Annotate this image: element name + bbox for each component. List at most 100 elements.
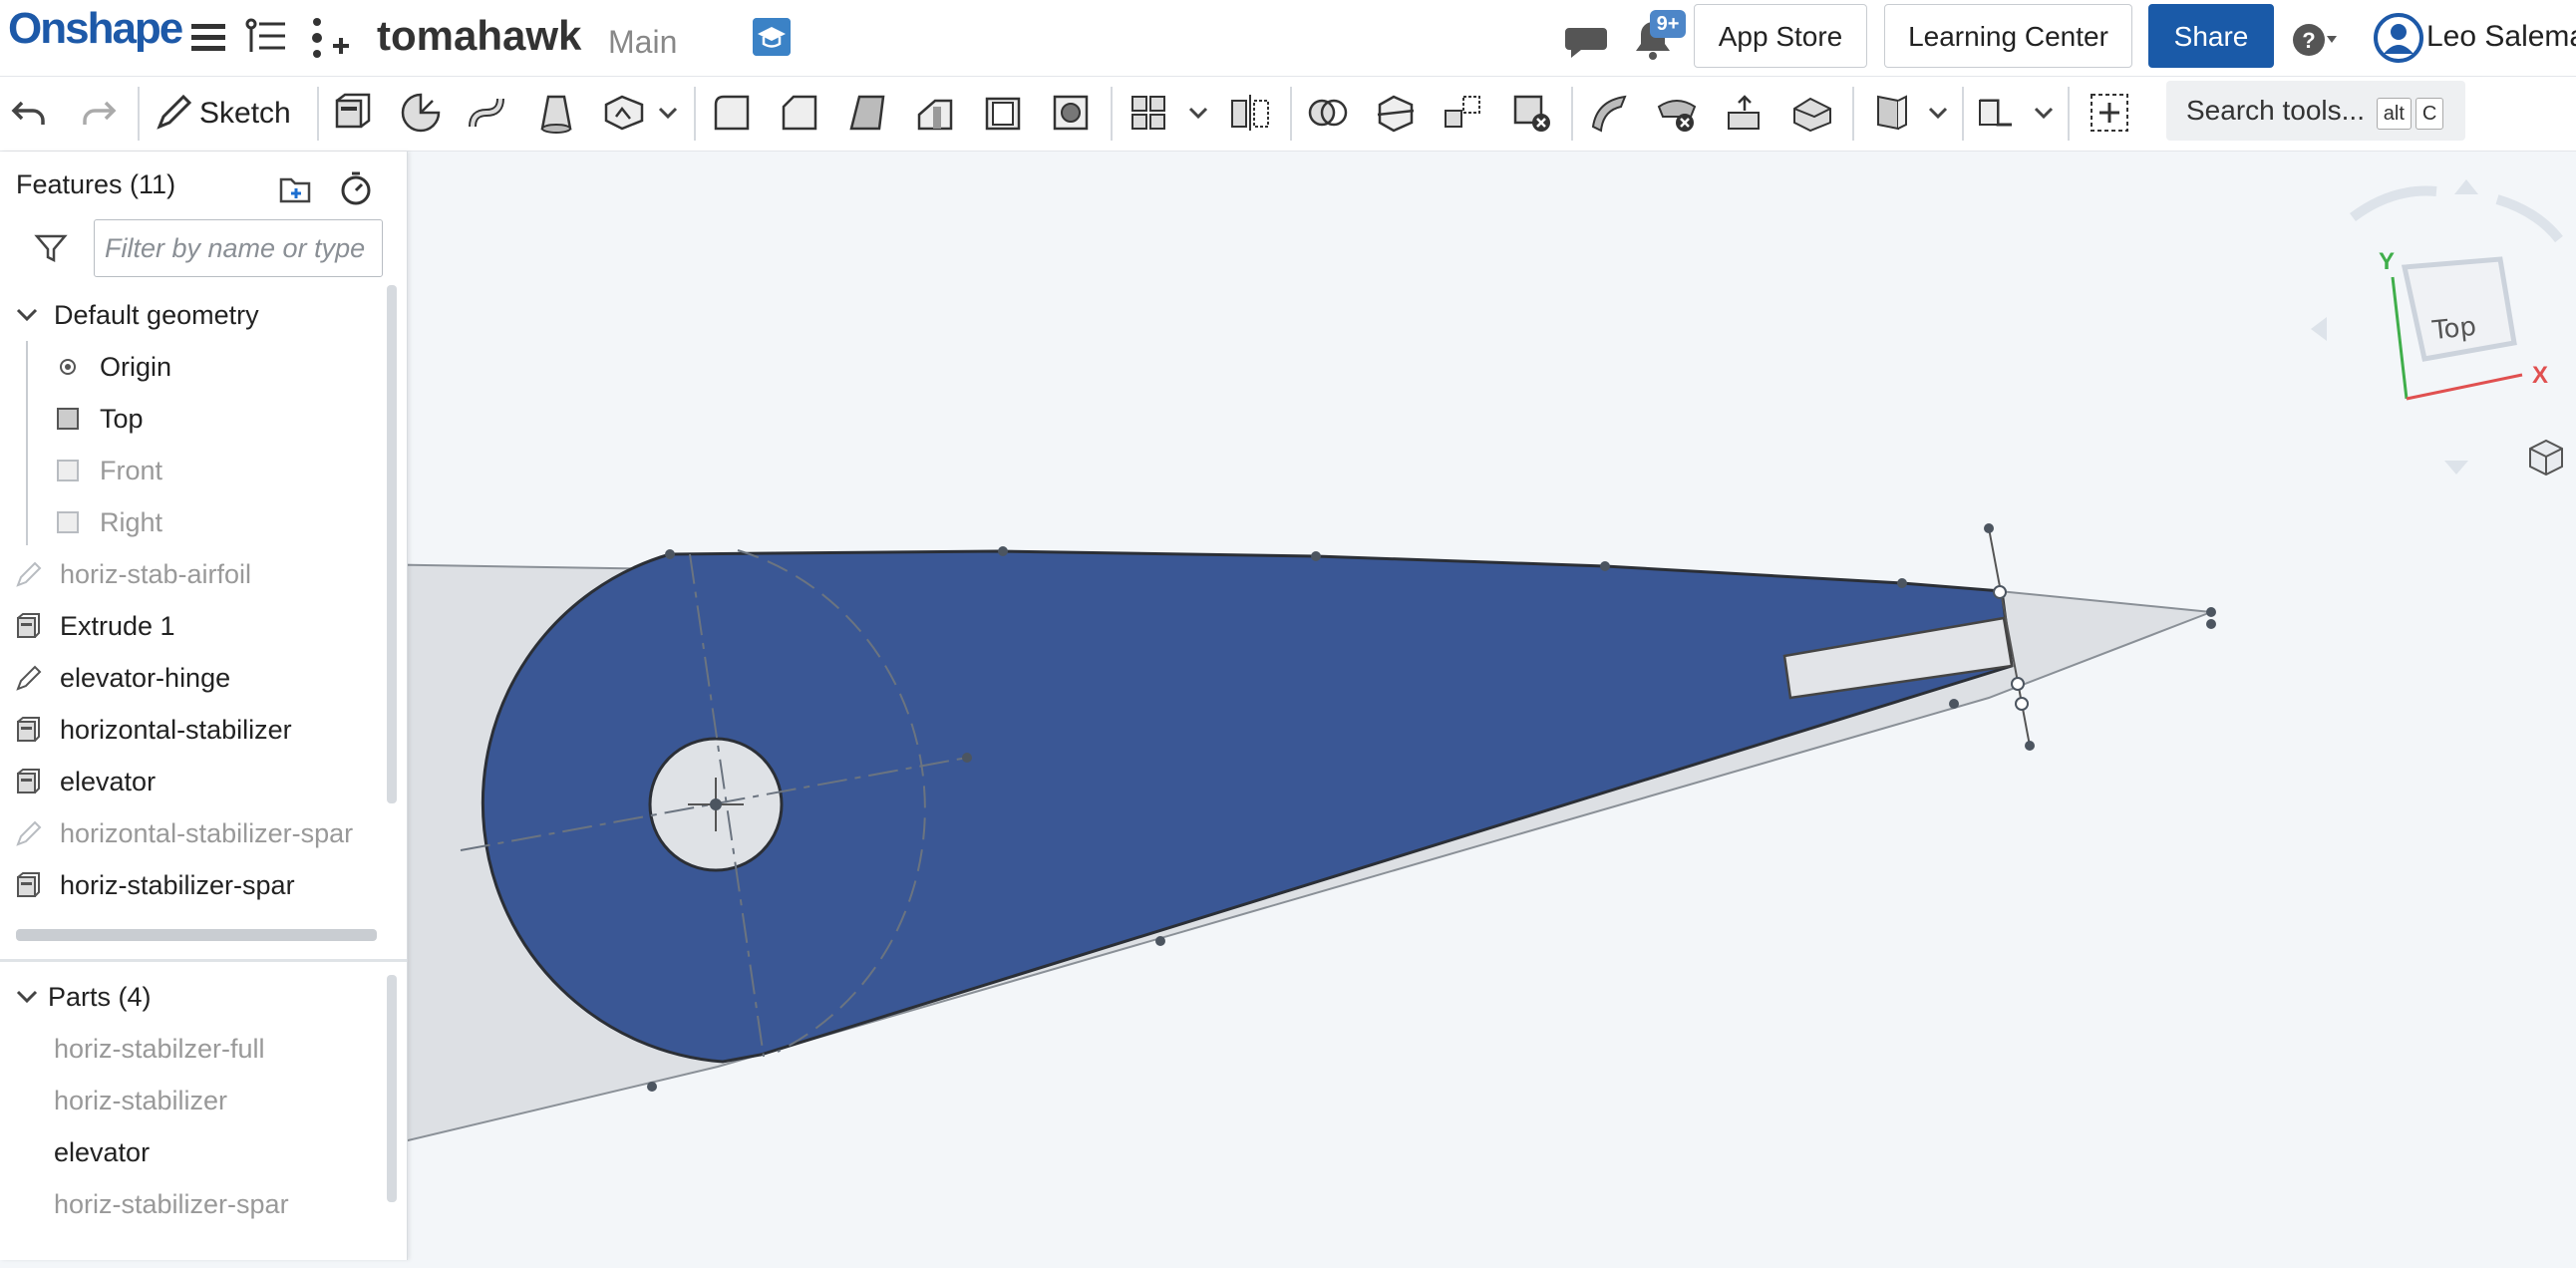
part-item-label: horiz-stabilizer-spar	[54, 1189, 289, 1219]
revolve-icon[interactable]	[399, 91, 443, 135]
dropdown-chevron-icon[interactable]	[1924, 91, 1952, 135]
undo-icon[interactable]	[8, 91, 52, 135]
delete-face-icon[interactable]	[1655, 91, 1699, 135]
geometry-item-origin[interactable]: Origin	[0, 341, 384, 393]
dropdown-chevron-icon[interactable]	[1184, 91, 1212, 135]
part-item[interactable]: horiz-stabilzer-full	[0, 1023, 384, 1075]
part-item[interactable]: horiz-stabilizer-spar	[0, 1178, 384, 1230]
user-name[interactable]: Leo Salemann	[2426, 20, 2576, 54]
feature-item-label: elevator	[60, 767, 157, 796]
default-geometry-label: Default geometry	[54, 300, 259, 330]
feature-item[interactable]: elevator	[0, 756, 384, 807]
geometry-item-right[interactable]: Right	[0, 496, 384, 548]
dropdown-chevron-icon[interactable]	[654, 91, 682, 135]
delete-part-icon[interactable]	[1509, 91, 1553, 135]
loft-icon[interactable]	[534, 91, 578, 135]
feature-item[interactable]: horizontal-stabilizer-spar	[0, 807, 384, 859]
feature-item[interactable]: horizontal-stabilizer	[0, 704, 384, 756]
svg-text:?: ?	[2302, 28, 2315, 53]
mirror-icon[interactable]	[1228, 91, 1272, 135]
feature-item[interactable]: horiz-stab-airfoil	[0, 548, 384, 600]
features-title: Features (11)	[16, 169, 176, 199]
modify-fillet-icon[interactable]	[1587, 91, 1631, 135]
parts-group[interactable]: Parts (4)	[0, 971, 384, 1023]
feature-toolbar: Sketch Search tools... alt C	[0, 77, 2576, 152]
chamfer-icon[interactable]	[778, 91, 821, 135]
sheet-metal-icon[interactable]	[1974, 91, 2018, 135]
thicken-icon[interactable]	[602, 91, 646, 135]
chevron-down-icon[interactable]	[14, 301, 40, 329]
document-title[interactable]: tomahawk	[377, 12, 581, 60]
parts-divider[interactable]	[0, 959, 407, 962]
add-custom-feature-icon[interactable]	[2088, 91, 2131, 135]
graduation-cap-icon[interactable]	[753, 18, 791, 56]
top-bar: Onshape tomahawk Main 9+ App Store Learn…	[0, 0, 2576, 77]
part-item[interactable]: horiz-stabilizer	[0, 1075, 384, 1126]
hole-icon[interactable]	[1049, 91, 1093, 135]
part-item-label: horiz-stabilizer	[54, 1086, 228, 1115]
replace-face-icon[interactable]	[1790, 91, 1834, 135]
extrude-icon	[17, 769, 40, 793]
view-cube[interactable]: Top Y X	[2311, 179, 2563, 475]
feature-item-label: horiz-stab-airfoil	[60, 559, 252, 589]
redo-icon[interactable]	[76, 91, 120, 135]
shortcut-key-c: C	[2415, 98, 2444, 130]
transform-icon[interactable]	[1442, 91, 1485, 135]
app-store-button[interactable]: App Store	[1694, 4, 1867, 68]
view-cube-face-label: Top	[2430, 312, 2478, 347]
feature-filter-input[interactable]	[94, 219, 383, 277]
geometry-item-right-label: Right	[100, 507, 163, 537]
feature-item[interactable]: elevator-hinge	[0, 652, 384, 704]
pattern-icon[interactable]	[1127, 91, 1170, 135]
notifications-badge: 9+	[1650, 10, 1686, 38]
boolean-icon[interactable]	[1306, 91, 1350, 135]
extrude-icon[interactable]	[331, 91, 375, 135]
part-item[interactable]: elevator	[0, 1126, 384, 1178]
sketch-button-label[interactable]: Sketch	[199, 97, 291, 131]
learning-center-button[interactable]: Learning Center	[1884, 4, 2132, 68]
shell-icon[interactable]	[981, 91, 1025, 135]
sweep-icon[interactable]	[467, 91, 510, 135]
move-face-icon[interactable]	[1723, 91, 1767, 135]
sketch-pencil-icon[interactable]	[152, 91, 195, 135]
parts-scrollbar[interactable]	[387, 975, 397, 1202]
feature-list-panel: Features (11) Default geometry Parts (4)…	[0, 152, 408, 1260]
default-geometry-group[interactable]: Default geometry	[0, 289, 384, 341]
view-options-cube-icon[interactable]	[2529, 439, 2563, 476]
plane-icon[interactable]	[1868, 91, 1912, 135]
split-icon[interactable]	[1374, 91, 1418, 135]
origin-icon	[60, 359, 76, 375]
geometry-item-front[interactable]: Front	[0, 445, 384, 496]
geometry-item-origin-label: Origin	[100, 352, 172, 382]
features-scrollbar[interactable]	[387, 285, 397, 803]
rollback-timer-icon[interactable]	[337, 169, 375, 207]
share-button[interactable]: Share	[2148, 4, 2274, 68]
x-axis-label: X	[2532, 362, 2548, 389]
plane-icon	[57, 460, 79, 481]
insert-feature-icon[interactable]	[305, 14, 353, 62]
branch-label[interactable]: Main	[608, 24, 677, 61]
feature-item-label: elevator-hinge	[60, 663, 231, 693]
comments-icon[interactable]	[1563, 18, 1611, 66]
feature-list-icon[interactable]	[243, 14, 291, 62]
add-folder-icon[interactable]	[277, 169, 315, 207]
feature-item[interactable]: horiz-stabilizer-spar	[0, 859, 384, 911]
features-horizontal-scrollbar[interactable]	[16, 929, 377, 941]
chevron-down-icon[interactable]	[14, 983, 40, 1011]
parts-label: Parts (4)	[48, 982, 152, 1012]
dropdown-chevron-icon[interactable]	[2030, 91, 2058, 135]
rib-icon[interactable]	[913, 91, 957, 135]
sketch-icon	[16, 820, 42, 846]
hamburger-menu-icon[interactable]	[185, 14, 233, 62]
onshape-logo[interactable]: Onshape	[8, 4, 183, 54]
geometry-item-front-label: Front	[100, 456, 163, 485]
feature-item[interactable]: Extrude 1	[0, 600, 384, 652]
fillet-icon[interactable]	[710, 91, 754, 135]
help-icon[interactable]: ?	[2291, 16, 2339, 64]
user-avatar-icon[interactable]	[2373, 12, 2424, 64]
filter-icon[interactable]	[34, 231, 68, 265]
draft-icon[interactable]	[845, 91, 889, 135]
geometry-item-top[interactable]: Top	[0, 393, 384, 445]
search-tools-label: Search tools...	[2186, 95, 2365, 126]
search-tools-button[interactable]: Search tools... alt C	[2166, 81, 2465, 141]
